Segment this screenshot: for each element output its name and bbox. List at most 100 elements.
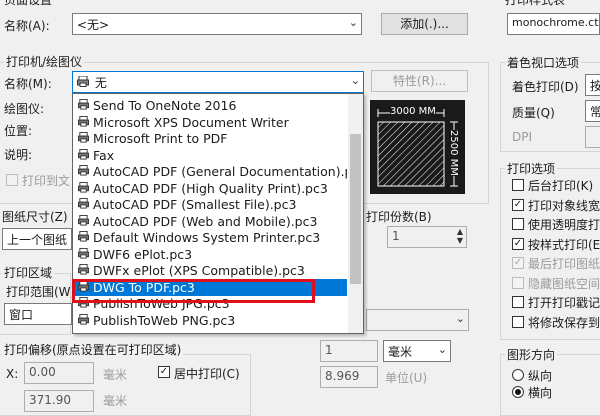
quality-select[interactable]: 常 xyxy=(585,100,600,122)
dpi-input[interactable] xyxy=(585,126,600,148)
printer-option[interactable]: Microsoft XPS Document Writer xyxy=(75,114,347,131)
preview-height-label: 2500 MM xyxy=(448,130,459,176)
plot-option-label: 按样式打印(E xyxy=(528,237,600,252)
plot-range-label: 打印范围(W) xyxy=(6,285,76,299)
plot-scale-select[interactable]: ⌄ xyxy=(366,309,469,331)
chevron-down-icon: ⌄ xyxy=(437,343,447,356)
plot-offset-group-title: 打印偏移(原点设置在可打印区域) xyxy=(2,341,184,358)
plot-option-label: 将修改保存到 xyxy=(528,315,600,330)
chevron-down-icon: ⌄ xyxy=(455,312,465,325)
scale-unit-select[interactable]: 毫米 ⌄ xyxy=(383,340,451,362)
printer-group-title: 打印机/绘图仪 xyxy=(4,53,85,70)
plot-option-checkbox[interactable] xyxy=(512,276,524,289)
printer-name-select[interactable]: 无 ⌄ xyxy=(72,71,364,93)
printer-name-label: 名称(M): xyxy=(4,77,52,91)
portrait-radio[interactable] xyxy=(512,369,524,381)
plot-style-group-title: 打印样式表 xyxy=(505,0,566,7)
chevron-down-icon: ⌄ xyxy=(348,16,358,29)
plot-range-select[interactable]: 窗口 xyxy=(4,303,72,325)
printer-icon xyxy=(78,181,89,193)
shaded-viewport-group-title: 着色视口选项 xyxy=(505,54,582,71)
printer-option[interactable]: Microsoft Print to PDF xyxy=(75,130,347,147)
paper-size-select[interactable]: 上一个图纸 xyxy=(2,228,72,250)
plot-option-checkbox[interactable]: ✓ xyxy=(512,237,524,250)
printer-option[interactable]: PublishToWeb PNG.pc3 xyxy=(75,312,347,329)
plot-range-value: 窗口 xyxy=(9,308,34,322)
spinner-icon: ▲ ▼ xyxy=(456,227,463,245)
printer-option[interactable]: DWF6 ePlot.pc3 xyxy=(75,246,347,263)
page-setup-name-label: 名称(A): xyxy=(4,19,50,33)
printer-option-label: AutoCAD PDF (Smallest File).pc3 xyxy=(93,197,297,212)
printer-option[interactable]: AutoCAD PDF (General Documentation).pc3 xyxy=(75,163,347,180)
printer-option[interactable]: DWFx ePlot (XPS Compatible).pc3 xyxy=(75,262,347,279)
printer-name-value: 无 xyxy=(94,76,107,90)
offset-y-unit: 毫米 xyxy=(103,394,128,408)
printer-icon xyxy=(78,198,89,209)
plot-option-checkbox[interactable]: ✓ xyxy=(512,198,524,211)
offset-x-value: 0.00 xyxy=(29,365,56,379)
printer-icon xyxy=(78,214,89,226)
plot-option-label: 使用透明度打 xyxy=(528,218,600,232)
preview-width-label: 3000 MM xyxy=(390,106,436,117)
printer-option[interactable]: Send To OneNote 2016 xyxy=(75,97,347,114)
printer-option-label: PublishToWeb PNG.pc3 xyxy=(93,312,236,328)
quality-value: 常 xyxy=(590,105,600,119)
add-page-setup-button[interactable]: 添加(.)... xyxy=(381,13,468,35)
portrait-label: 纵向 xyxy=(528,369,553,383)
quality-label: 质量(Q) xyxy=(512,106,555,120)
plot-style-table-value: monochrome.ctb xyxy=(512,16,600,29)
dropdown-scrollbar-thumb[interactable] xyxy=(350,134,361,284)
printer-option-label: AutoCAD PDF (Web and Mobile).pc3 xyxy=(93,213,318,229)
page-setup-name-value: <无> xyxy=(77,18,110,32)
printer-option[interactable]: AutoCAD PDF (Smallest File).pc3 xyxy=(75,196,347,213)
paper-size-label: 图纸尺寸(Z) xyxy=(2,210,68,224)
plot-area-group-title: 打印区域 xyxy=(2,264,55,281)
printer-icon xyxy=(78,165,89,176)
printer-icon xyxy=(78,98,89,110)
scale-value1-input[interactable]: 1 xyxy=(320,340,378,362)
plotter-label: 绘图仪: xyxy=(4,102,45,116)
copies-input[interactable]: 1 ▲ ▼ xyxy=(387,226,467,248)
printer-option[interactable]: AutoCAD PDF (High Quality Print).pc3 xyxy=(75,180,347,197)
chevron-down-icon: ⌄ xyxy=(350,74,360,87)
offset-x-unit: 毫米 xyxy=(103,368,128,382)
printer-option-label: Default Windows System Printer.pc3 xyxy=(93,230,321,245)
properties-button[interactable]: 特性(R)... xyxy=(371,70,468,92)
plot-option-checkbox[interactable] xyxy=(512,296,524,308)
scale-value2: 8.969 xyxy=(325,369,360,383)
printer-icon xyxy=(78,132,89,143)
offset-y-input[interactable]: 371.90 xyxy=(24,390,94,412)
printer-option-label: Microsoft Print to PDF xyxy=(93,131,228,146)
shade-plot-label: 着色打印(D) xyxy=(512,80,579,94)
print-to-file-label: 打印到文 xyxy=(22,174,71,188)
print-to-file-checkbox[interactable] xyxy=(6,174,18,186)
dropdown-scrollbar[interactable] xyxy=(348,94,363,333)
printer-icon xyxy=(78,148,89,160)
printer-option[interactable]: Default Windows System Printer.pc3 xyxy=(75,229,347,246)
scale-value2-input[interactable]: 8.969 xyxy=(320,366,378,388)
printer-option-label: AutoCAD PDF (General Documentation).pc3 xyxy=(93,164,347,179)
offset-x-input[interactable]: 0.00 xyxy=(24,362,94,384)
plot-option-checkbox[interactable] xyxy=(512,179,524,191)
printer-option[interactable]: Fax xyxy=(75,147,347,164)
plot-option-label: 打开打印戳记 xyxy=(528,296,600,310)
landscape-radio[interactable] xyxy=(512,386,524,398)
shade-plot-select[interactable]: 按 xyxy=(585,74,600,96)
plot-option-checkbox[interactable] xyxy=(512,315,524,328)
plot-option-checkbox[interactable] xyxy=(512,218,524,230)
orientation-group-title: 图形方向 xyxy=(505,346,558,363)
center-plot-checkbox[interactable]: ✓ xyxy=(158,366,170,378)
printer-option[interactable]: AutoCAD PDF (Web and Mobile).pc3 xyxy=(75,213,347,230)
page-setup-name-select[interactable]: <无> ⌄ xyxy=(72,13,362,35)
scale-unit-value: 毫米 xyxy=(388,345,413,359)
plot-style-table-select[interactable]: monochrome.ctb xyxy=(507,13,600,35)
plot-option-label: 后台打印(K) xyxy=(528,179,594,193)
plot-option-checkbox[interactable]: ✓ xyxy=(512,257,524,269)
shade-plot-value: 按 xyxy=(590,79,600,93)
printer-icon xyxy=(78,263,89,275)
description-label: 说明: xyxy=(4,148,33,162)
paper-size-value: 上一个图纸 xyxy=(7,233,68,247)
plot-option-label: 打印对象线宽 xyxy=(528,198,600,213)
printer-icon xyxy=(78,313,89,325)
printer-icon xyxy=(77,75,91,90)
